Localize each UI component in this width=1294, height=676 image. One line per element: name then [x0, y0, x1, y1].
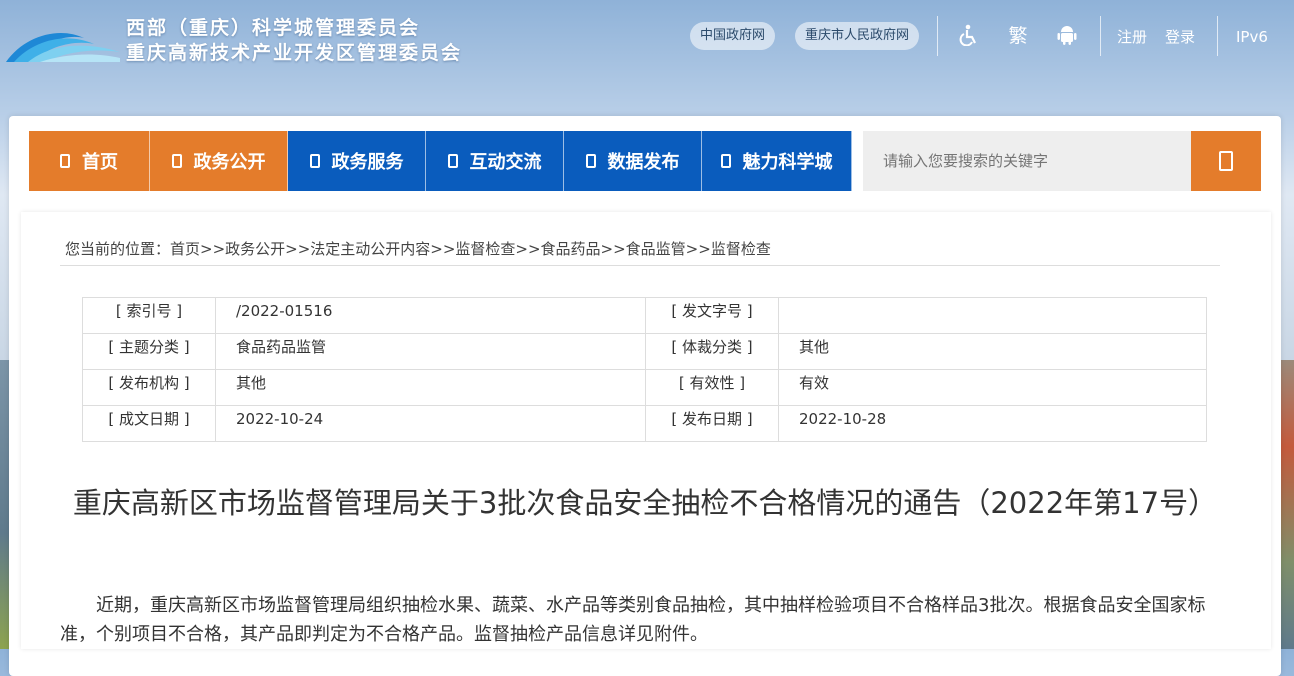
accessibility-icon[interactable]	[958, 24, 980, 48]
nav-item-gov-affairs[interactable]: 政务公开	[150, 131, 288, 191]
login-link[interactable]: 登录	[1165, 26, 1195, 48]
meta-value: 其他	[215, 369, 646, 406]
meta-value: 2022-10-24	[215, 405, 646, 442]
document-icon	[720, 154, 731, 168]
nav-label: 政务公开	[193, 152, 266, 173]
nav-item-gov-services[interactable]: 政务服务	[288, 131, 426, 191]
search-input[interactable]	[863, 131, 1191, 191]
meta-label: [ 有效性 ]	[645, 369, 779, 406]
meta-value: 有效	[778, 369, 1207, 406]
document-icon	[585, 154, 596, 168]
cq-gov-link[interactable]: 重庆市人民政府网	[795, 22, 920, 50]
android-icon[interactable]	[1056, 24, 1078, 48]
nav-label: 互动交流	[469, 152, 542, 173]
meta-value: /2022-01516	[215, 297, 646, 334]
gov-cn-link[interactable]: 中国政府网	[690, 22, 776, 50]
meta-label: [ 主题分类 ]	[82, 333, 216, 370]
divider	[1100, 16, 1101, 56]
site-title: 西部（重庆）科学城管理委员会 重庆高新技术产业开发区管理委员会	[126, 16, 462, 66]
document-meta-table: [ 索引号 ] /2022-01516 [ 发文字号 ] [ 主题分类 ] 食品…	[82, 297, 1207, 442]
divider	[1217, 16, 1218, 56]
site-title-line1: 西部（重庆）科学城管理委员会	[126, 17, 421, 39]
meta-label: [ 索引号 ]	[82, 297, 216, 334]
article-title: 重庆高新区市场监督管理局关于3批次食品安全抽检不合格情况的通告（2022年第17…	[72, 486, 1218, 520]
divider	[60, 265, 1220, 266]
document-icon	[447, 154, 458, 168]
nav-item-science-city[interactable]: 魅力科学城	[702, 131, 852, 191]
document-icon	[309, 154, 320, 168]
article-body: 近期，重庆高新区市场监督管理局组织抽检水果、蔬菜、水产品等类别食品抽检，其中抽样…	[60, 595, 1206, 645]
meta-value: 其他	[778, 333, 1207, 370]
nav-label: 数据发布	[607, 152, 680, 173]
table-row: [ 成文日期 ] 2022-10-24 [ 发布日期 ] 2022-10-28	[82, 405, 1207, 442]
divider	[937, 16, 938, 56]
meta-label: [ 发布日期 ]	[645, 405, 779, 442]
document-icon	[171, 154, 182, 168]
table-row: [ 主题分类 ] 食品药品监管 [ 体裁分类 ] 其他	[82, 333, 1207, 370]
table-row: [ 发布机构 ] 其他 [ 有效性 ] 有效	[82, 369, 1207, 406]
search-button[interactable]	[1191, 131, 1261, 191]
main-nav: 首页 政务公开 政务服务 互动交流 数据发布 魅力科学城	[29, 131, 852, 191]
meta-label: [ 成文日期 ]	[82, 405, 216, 442]
nav-item-home[interactable]: 首页	[29, 131, 150, 191]
traditional-chinese-toggle[interactable]: 繁	[1007, 24, 1029, 48]
logo[interactable]	[4, 18, 122, 66]
meta-value	[778, 297, 1207, 334]
register-link[interactable]: 注册	[1117, 26, 1147, 48]
meta-label: [ 发布机构 ]	[82, 369, 216, 406]
site-header: 西部（重庆）科学城管理委员会 重庆高新技术产业开发区管理委员会 中国政府网 重庆…	[0, 0, 1294, 90]
document-icon	[60, 154, 70, 168]
nav-label: 政务服务	[331, 152, 404, 173]
meta-label: [ 发文字号 ]	[645, 297, 779, 334]
nav-label: 魅力科学城	[742, 152, 833, 173]
meta-value: 食品药品监管	[215, 333, 646, 370]
nav-label: 首页	[82, 152, 118, 173]
nav-item-data[interactable]: 数据发布	[564, 131, 702, 191]
table-row: [ 索引号 ] /2022-01516 [ 发文字号 ]	[82, 297, 1207, 334]
site-title-line2: 重庆高新技术产业开发区管理委员会	[126, 42, 463, 64]
search-icon	[1219, 151, 1233, 171]
nav-item-interaction[interactable]: 互动交流	[426, 131, 564, 191]
meta-label: [ 体裁分类 ]	[645, 333, 779, 370]
ipv6-link[interactable]: IPv6	[1236, 26, 1268, 48]
meta-value: 2022-10-28	[778, 405, 1207, 442]
breadcrumb[interactable]: 您当前的位置：首页>>政务公开>>法定主动公开内容>>监督检查>>食品药品>>食…	[65, 238, 771, 260]
